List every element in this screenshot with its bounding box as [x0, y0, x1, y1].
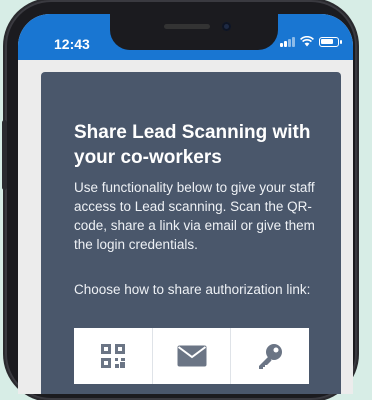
- status-time: 12:43: [54, 36, 90, 52]
- key-icon: [259, 344, 283, 369]
- phone-side-button: [2, 120, 7, 190]
- front-camera: [222, 22, 231, 31]
- qr-code-icon: [100, 344, 125, 368]
- share-qr-code-button[interactable]: [74, 328, 153, 384]
- phone-notch: [110, 14, 278, 50]
- phone-screen: 12:43 Share Lead Scanning with your co-w…: [18, 14, 353, 394]
- speaker-grille: [164, 24, 210, 29]
- wifi-icon: [300, 36, 314, 47]
- share-email-button[interactable]: [153, 328, 232, 384]
- card-title: Share Lead Scanning with your co-workers: [74, 122, 311, 168]
- choose-share-label: Choose how to share authorization link:: [74, 282, 311, 297]
- share-card: Share Lead Scanning with your co-workers…: [41, 72, 341, 394]
- share-options: [74, 328, 309, 384]
- card-description: Use functionality below to give your sta…: [74, 180, 315, 252]
- email-icon: [177, 345, 206, 367]
- status-icons: [280, 36, 342, 47]
- battery-icon: [319, 36, 342, 47]
- signal-icon: [280, 36, 295, 47]
- share-credentials-button[interactable]: [231, 328, 309, 384]
